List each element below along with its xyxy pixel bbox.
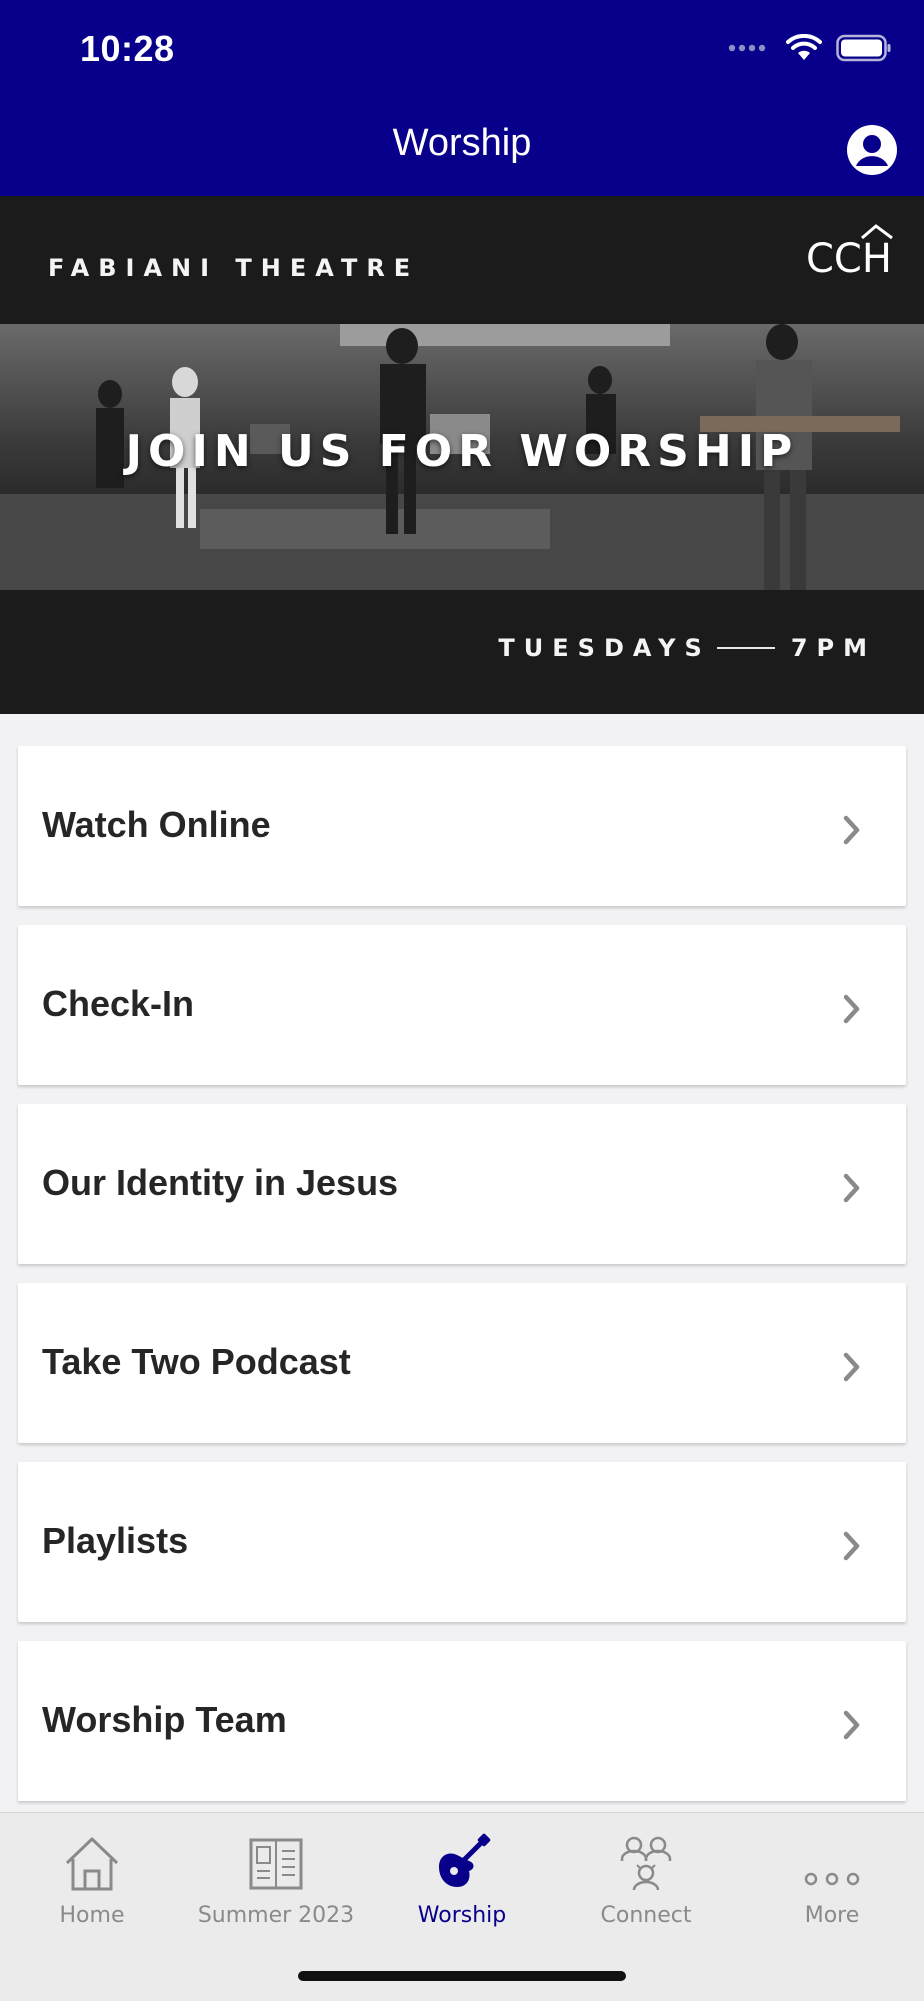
tab-worship[interactable]: Worship [370, 1827, 554, 1928]
battery-icon [836, 34, 891, 62]
wifi-icon [786, 34, 822, 60]
tab-home[interactable]: Home [0, 1827, 184, 1928]
venue-name: FABIANI THEATRE [48, 254, 420, 282]
profile-icon [847, 125, 897, 175]
menu-item-label: Our Identity in Jesus [42, 1162, 399, 1203]
chevron-right-icon [843, 994, 860, 1024]
band-photo: JOIN US FOR WORSHIP [0, 324, 924, 590]
tab-more[interactable]: More [740, 1827, 924, 1928]
status-time: 10:28 [80, 28, 175, 69]
tab-summer-2023[interactable]: Summer 2023 [184, 1827, 368, 1928]
chevron-right-icon [843, 1352, 860, 1382]
menu-item-watch-online[interactable]: Watch Online [18, 746, 906, 906]
tab-label: More [804, 1903, 860, 1928]
menu-item-playlists[interactable]: Playlists [18, 1462, 906, 1622]
chevron-right-icon [843, 1173, 860, 1203]
people-icon [620, 1836, 672, 1891]
signal-icon [728, 44, 766, 52]
chevron-right-icon [843, 1710, 860, 1740]
menu-item-label: Watch Online [42, 804, 271, 845]
book-icon [249, 1838, 303, 1890]
schedule-time: 7PM [790, 634, 876, 662]
menu-list: Watch Online Check-In Our Identity in Je… [18, 746, 906, 1820]
profile-button[interactable] [846, 124, 898, 176]
menu-item-check-in[interactable]: Check-In [18, 925, 906, 1085]
chevron-right-icon [843, 815, 860, 845]
tab-label: Summer 2023 [197, 1903, 355, 1928]
chevron-right-icon [843, 1531, 860, 1561]
schedule-day: TUESDAYS [498, 634, 711, 662]
page-title: Worship [392, 122, 532, 164]
menu-item-label: Check-In [42, 983, 195, 1024]
status-bar: 10:28 [0, 0, 924, 100]
menu-item-take-two-podcast[interactable]: Take Two Podcast [18, 1283, 906, 1443]
schedule-divider [716, 647, 775, 649]
schedule: TUESDAYS 7PM [498, 634, 876, 662]
home-icon [65, 1837, 119, 1891]
status-icons [728, 34, 892, 62]
cch-logo-text: CCH [806, 236, 892, 280]
menu-item-worship-team[interactable]: Worship Team [18, 1641, 906, 1801]
tab-label: Home [59, 1903, 125, 1928]
worship-banner[interactable]: FABIANI THEATRE CCH JOIN US FOR WORSHIP … [0, 196, 924, 714]
cch-logo: CCH [804, 224, 900, 282]
guitar-icon [439, 1833, 491, 1887]
nav-bar: Worship [0, 100, 924, 196]
menu-item-label: Playlists [42, 1520, 189, 1561]
banner-headline: JOIN US FOR WORSHIP [125, 426, 799, 477]
menu-item-label: Worship Team [42, 1699, 287, 1740]
menu-item-label: Take Two Podcast [42, 1341, 351, 1382]
more-dots-icon [804, 1872, 860, 1886]
tab-connect[interactable]: Connect [554, 1827, 738, 1928]
tab-label: Connect [600, 1903, 692, 1928]
home-indicator[interactable] [298, 1971, 626, 1981]
menu-item-our-identity-in-jesus[interactable]: Our Identity in Jesus [18, 1104, 906, 1264]
tab-label: Worship [417, 1903, 507, 1928]
